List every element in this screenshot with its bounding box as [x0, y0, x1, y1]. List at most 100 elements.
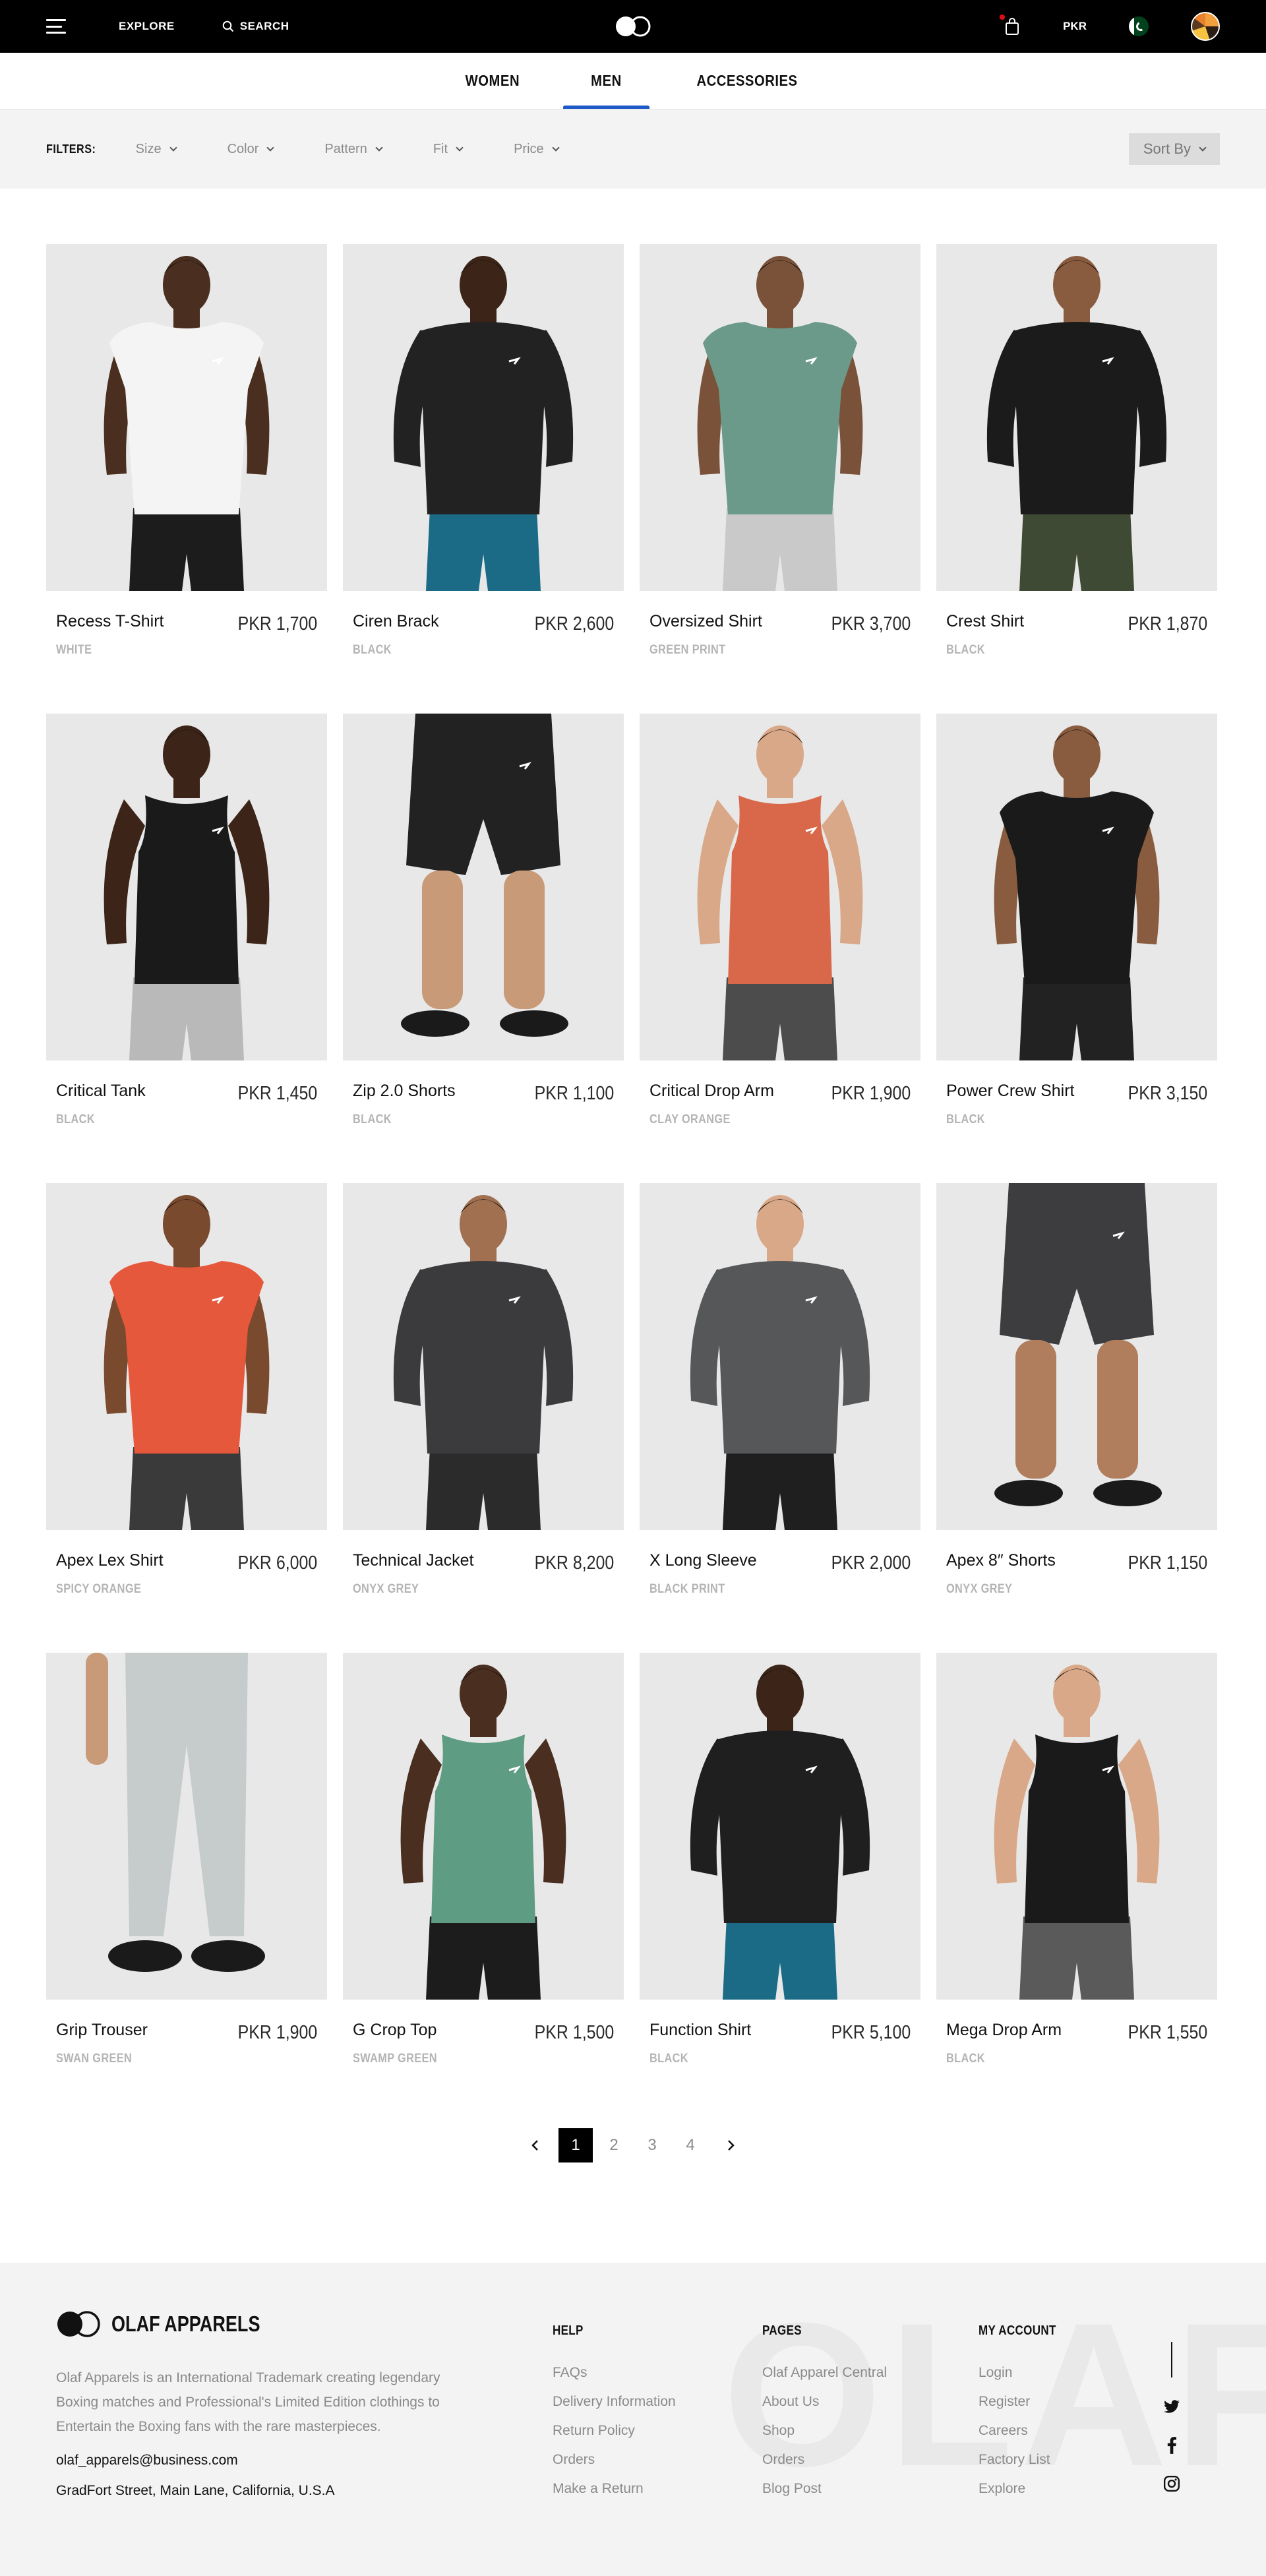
top-navigation-bar: EXPLORE SEARCH PKR	[0, 0, 1266, 53]
product-price: PKR 1,150	[1128, 1552, 1207, 1574]
product-image[interactable]	[343, 714, 624, 1060]
product-model-illustration	[994, 1665, 1160, 2000]
product-card[interactable]: Apex 8″ Shorts PKR 1,150 ONYX GREY	[936, 1183, 1217, 1614]
chevron-down-icon	[266, 143, 275, 152]
product-info: X Long Sleeve PKR 2,000 BLACK PRINT	[640, 1530, 920, 1614]
product-image[interactable]	[640, 1183, 920, 1530]
footer-link-about-us[interactable]: About Us	[762, 2387, 887, 2416]
footer-link-shop[interactable]: Shop	[762, 2416, 887, 2445]
tab-accessories[interactable]: ACCESSORIES	[668, 53, 827, 109]
currency-selector[interactable]: PKR	[1063, 20, 1087, 33]
product-image[interactable]	[640, 1653, 920, 2000]
product-image[interactable]	[343, 1183, 624, 1530]
product-card[interactable]: Critical Tank PKR 1,450 BLACK	[46, 714, 327, 1145]
product-color: BLACK PRINT	[649, 1582, 725, 1596]
footer-link-explore[interactable]: Explore	[979, 2474, 1070, 2503]
previous-page-button[interactable]	[518, 2128, 553, 2162]
page-1-button[interactable]: 1	[558, 2128, 593, 2162]
menu-icon[interactable]	[46, 19, 66, 34]
brand-logo-icon[interactable]	[615, 15, 651, 38]
footer-link-login[interactable]: Login	[979, 2358, 1070, 2387]
product-model-illustration	[697, 725, 863, 1060]
product-image[interactable]	[936, 1183, 1217, 1530]
filter-pattern-dropdown[interactable]: Pattern	[324, 142, 383, 157]
product-card[interactable]: Function Shirt PKR 5,100 BLACK	[640, 1653, 920, 2084]
product-card[interactable]: Crest Shirt PKR 1,870 BLACK	[936, 244, 1217, 675]
product-model-illustration	[690, 1665, 870, 2000]
footer-link-blog-post[interactable]: Blog Post	[762, 2474, 887, 2503]
filter-fit-dropdown[interactable]: Fit	[433, 142, 464, 157]
product-image[interactable]	[936, 714, 1217, 1060]
product-card[interactable]: G Crop Top PKR 1,500 SWAMP GREEN	[343, 1653, 624, 2084]
country-flag-icon[interactable]	[1129, 16, 1149, 36]
product-image[interactable]	[640, 244, 920, 591]
product-image[interactable]	[46, 714, 327, 1060]
product-color: SPICY ORANGE	[56, 1582, 142, 1596]
shopping-bag-icon[interactable]	[1000, 15, 1021, 36]
filter-label: Size	[135, 141, 162, 156]
filter-size-dropdown[interactable]: Size	[135, 141, 177, 157]
product-card[interactable]: Grip Trouser PKR 1,900 SWAN GREEN	[46, 1653, 327, 2084]
user-avatar[interactable]	[1191, 12, 1220, 41]
footer-brand[interactable]: OLAF APPARELS	[56, 2310, 293, 2338]
filters-bar: FILTERS: Size Color Pattern Fit Price So…	[0, 109, 1266, 189]
product-image[interactable]	[343, 244, 624, 591]
footer-column-title: PAGES	[762, 2323, 802, 2338]
footer-link-delivery-information[interactable]: Delivery Information	[553, 2387, 676, 2416]
chevron-down-icon	[1199, 143, 1207, 152]
instagram-icon[interactable]	[1162, 2474, 1182, 2494]
product-price: PKR 8,200	[534, 1552, 614, 1574]
footer: OLAF OLAF APPARELS Olaf Apparels is an I…	[0, 2263, 1266, 2576]
product-card[interactable]: Recess T-Shirt PKR 1,700 WHITE	[46, 244, 327, 675]
footer-link-orders[interactable]: Orders	[762, 2445, 887, 2474]
product-image[interactable]	[936, 1653, 1217, 2000]
product-card[interactable]: Mega Drop Arm PKR 1,550 BLACK	[936, 1653, 1217, 2084]
filter-color-dropdown[interactable]: Color	[227, 142, 275, 157]
product-card[interactable]: Ciren Brack PKR 2,600 BLACK	[343, 244, 624, 675]
product-image[interactable]	[343, 1653, 624, 2000]
explore-link[interactable]: EXPLORE	[119, 20, 175, 33]
footer-email[interactable]: olaf_apparels@business.com	[56, 2453, 238, 2469]
tab-men[interactable]: MEN	[562, 53, 651, 109]
footer-link-orders[interactable]: Orders	[553, 2445, 676, 2474]
footer-link-olaf-apparel-central[interactable]: Olaf Apparel Central	[762, 2358, 887, 2387]
footer-link-faqs[interactable]: FAQs	[553, 2358, 676, 2387]
product-color: BLACK	[353, 643, 392, 657]
product-card[interactable]: X Long Sleeve PKR 2,000 BLACK PRINT	[640, 1183, 920, 1614]
next-page-button[interactable]	[713, 2128, 748, 2162]
product-price: PKR 1,500	[534, 2022, 614, 2043]
product-color: BLACK	[353, 1113, 392, 1126]
product-image[interactable]	[936, 244, 1217, 591]
sort-by-dropdown[interactable]: Sort By	[1128, 133, 1220, 165]
page-2-button[interactable]: 2	[597, 2128, 631, 2162]
footer-link-register[interactable]: Register	[979, 2387, 1070, 2416]
twitter-icon[interactable]	[1162, 2397, 1182, 2417]
product-card[interactable]: Power Crew Shirt PKR 3,150 BLACK	[936, 714, 1217, 1145]
product-image[interactable]	[640, 714, 920, 1060]
product-model-illustration	[697, 256, 863, 591]
footer-column-title: HELP	[553, 2323, 584, 2338]
product-info: Oversized Shirt PKR 3,700 GREEN PRINT	[640, 591, 920, 675]
page-3-button[interactable]: 3	[635, 2128, 669, 2162]
product-info: Technical Jacket PKR 8,200 ONYX GREY	[343, 1530, 624, 1614]
product-image[interactable]	[46, 1183, 327, 1530]
footer-link-make-a-return[interactable]: Make a Return	[553, 2474, 676, 2503]
search-button[interactable]: SEARCH	[222, 20, 289, 33]
footer-link-careers[interactable]: Careers	[979, 2416, 1070, 2445]
footer-brand-name: OLAF APPARELS	[111, 2312, 260, 2336]
page-4-button[interactable]: 4	[673, 2128, 708, 2162]
product-image[interactable]	[46, 1653, 327, 2000]
footer-link-return-policy[interactable]: Return Policy	[553, 2416, 676, 2445]
product-card[interactable]: Critical Drop Arm PKR 1,900 CLAY ORANGE	[640, 714, 920, 1145]
product-card[interactable]: Oversized Shirt PKR 3,700 GREEN PRINT	[640, 244, 920, 675]
tab-women[interactable]: WOMEN	[436, 53, 548, 109]
facebook-icon[interactable]	[1162, 2436, 1182, 2455]
product-info: Crest Shirt PKR 1,870 BLACK	[936, 591, 1217, 675]
footer-link-factory-list[interactable]: Factory List	[979, 2445, 1070, 2474]
product-price: PKR 5,100	[831, 2022, 911, 2043]
filter-price-dropdown[interactable]: Price	[514, 142, 560, 157]
product-card[interactable]: Zip 2.0 Shorts PKR 1,100 BLACK	[343, 714, 624, 1145]
product-card[interactable]: Apex Lex Shirt PKR 6,000 SPICY ORANGE	[46, 1183, 327, 1614]
product-image[interactable]	[46, 244, 327, 591]
product-card[interactable]: Technical Jacket PKR 8,200 ONYX GREY	[343, 1183, 624, 1614]
